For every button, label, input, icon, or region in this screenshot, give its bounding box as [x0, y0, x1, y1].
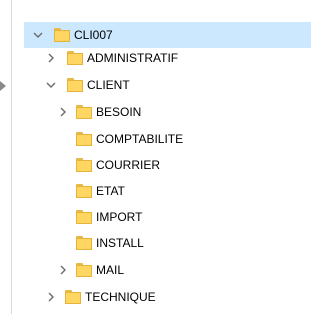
tree-item-client[interactable]: CLIENT — [12, 72, 311, 98]
folder-icon — [67, 78, 83, 92]
chevron-down-icon[interactable] — [43, 72, 59, 98]
tree-item-label: BESOIN — [96, 105, 142, 119]
tree-item-courrier[interactable]: COURRIER — [12, 152, 311, 178]
tree-item-install[interactable]: INSTALL — [12, 230, 311, 256]
pointer-arrow-icon — [0, 81, 6, 91]
tree-item-label: TECHNIQUE — [85, 290, 156, 304]
tree-item-administratif[interactable]: ADMINISTRATIF — [12, 45, 311, 71]
tree-item-label: COURRIER — [96, 158, 161, 172]
folder-icon — [76, 236, 92, 250]
folder-icon — [54, 28, 70, 42]
chevron-right-icon[interactable] — [55, 99, 71, 125]
tree-item-import[interactable]: IMPORT — [12, 204, 311, 230]
folder-tree-panel: CLI007 ADMINISTRATIF CLIENT BESOIN COMPT… — [0, 0, 311, 314]
folder-icon — [76, 210, 92, 224]
folder-icon — [65, 290, 81, 304]
tree-item-label: INSTALL — [96, 236, 144, 250]
folder-icon — [67, 51, 83, 65]
chevron-right-icon[interactable] — [55, 257, 71, 283]
tree-item-technique[interactable]: TECHNIQUE — [12, 284, 311, 310]
chevron-right-icon[interactable] — [43, 45, 59, 71]
tree-item-label: IMPORT — [96, 210, 143, 224]
tree-item-label: COMPTABILITE — [96, 132, 184, 146]
tree-item-mail[interactable]: MAIL — [12, 257, 311, 283]
folder-icon — [76, 184, 92, 198]
folder-tree: CLI007 ADMINISTRATIF CLIENT BESOIN COMPT… — [12, 0, 311, 314]
chevron-right-icon[interactable] — [43, 284, 59, 310]
folder-icon — [76, 263, 92, 277]
tree-item-besoin[interactable]: BESOIN — [12, 99, 311, 125]
folder-icon — [76, 158, 92, 172]
tree-item-comptabilite[interactable]: COMPTABILITE — [12, 126, 311, 152]
tree-item-etat[interactable]: ETAT — [12, 178, 311, 204]
tree-item-label: ETAT — [96, 184, 125, 198]
tree-item-label: CLIENT — [87, 78, 130, 92]
tree-item-label: ADMINISTRATIF — [87, 51, 179, 65]
folder-icon — [76, 105, 92, 119]
folder-icon — [76, 132, 92, 146]
tree-item-label: MAIL — [96, 263, 125, 277]
